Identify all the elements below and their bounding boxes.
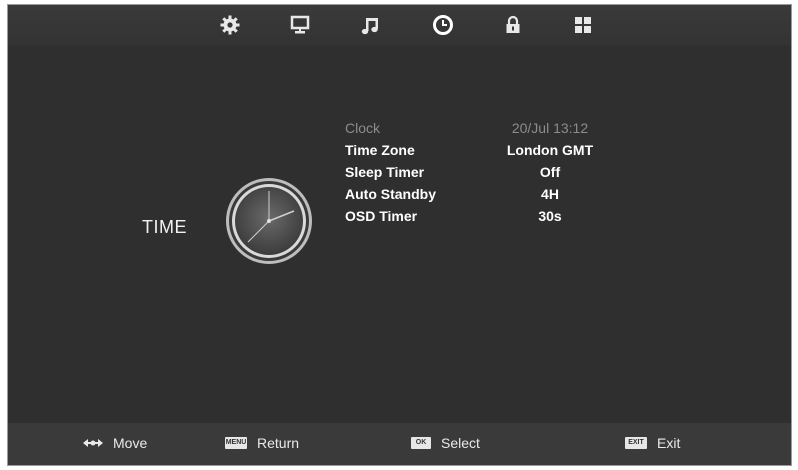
- section-title: TIME: [142, 217, 187, 237]
- menu-item-osd-timer[interactable]: OSD Timer 30s: [345, 205, 625, 227]
- hint-exit: EXIT Exit: [625, 435, 680, 451]
- sleep-timer-value: Off: [539, 164, 561, 180]
- time-zone-value: London GMT: [506, 142, 594, 158]
- hint-move: Move: [83, 435, 147, 451]
- return-label: Return: [257, 435, 300, 451]
- hint-select: OK Select: [411, 435, 480, 451]
- analog-clock-icon: [224, 176, 314, 271]
- move-arrows-icon: [83, 439, 103, 447]
- help-bar: Move MENU Return OK Select EXIT Exit: [8, 423, 791, 465]
- clock-icon: [433, 15, 453, 35]
- select-label: Select: [441, 435, 480, 451]
- tab-lock[interactable]: [499, 11, 527, 39]
- menu-item-auto-standby[interactable]: Auto Standby 4H: [345, 183, 625, 205]
- menu-item-clock: Clock 20/Jul 13:12: [345, 117, 625, 139]
- grid-icon: [575, 17, 591, 33]
- menu-item-sleep-timer[interactable]: Sleep Timer Off: [345, 161, 625, 183]
- lock-icon: [506, 15, 520, 33]
- ok-key-icon: OK: [411, 437, 431, 449]
- move-label: Move: [113, 435, 148, 451]
- gear-icon: [220, 15, 240, 35]
- time-settings-menu: Clock 20/Jul 13:12 Time Zone London GMT …: [345, 117, 625, 227]
- sleep-timer-label: Sleep Timer: [345, 164, 425, 180]
- menu-tab-bar: [8, 5, 791, 45]
- tab-picture[interactable]: [286, 11, 314, 39]
- osd-timer-label: OSD Timer: [345, 208, 418, 224]
- clock-value: 20/Jul 13:12: [511, 120, 589, 136]
- auto-standby-value: 4H: [541, 186, 559, 202]
- exit-key-icon: EXIT: [625, 437, 647, 449]
- menu-item-time-zone[interactable]: Time Zone London GMT: [345, 139, 625, 161]
- auto-standby-label: Auto Standby: [345, 186, 436, 202]
- tab-settings[interactable]: [216, 11, 244, 39]
- hint-return: MENU Return: [225, 435, 299, 451]
- tv-osd-screen: TIME Clock 20/Jul 13:12 Time Zone London…: [7, 4, 792, 466]
- menu-key-icon: MENU: [225, 437, 247, 449]
- tab-time[interactable]: [429, 11, 457, 39]
- tab-setup[interactable]: [569, 11, 597, 39]
- tab-sound[interactable]: [356, 11, 384, 39]
- music-note-icon: [361, 18, 378, 35]
- monitor-icon: [290, 15, 310, 34]
- exit-label: Exit: [657, 435, 681, 451]
- osd-timer-value: 30s: [538, 208, 562, 224]
- time-zone-label: Time Zone: [345, 142, 415, 158]
- clock-label: Clock: [345, 120, 381, 136]
